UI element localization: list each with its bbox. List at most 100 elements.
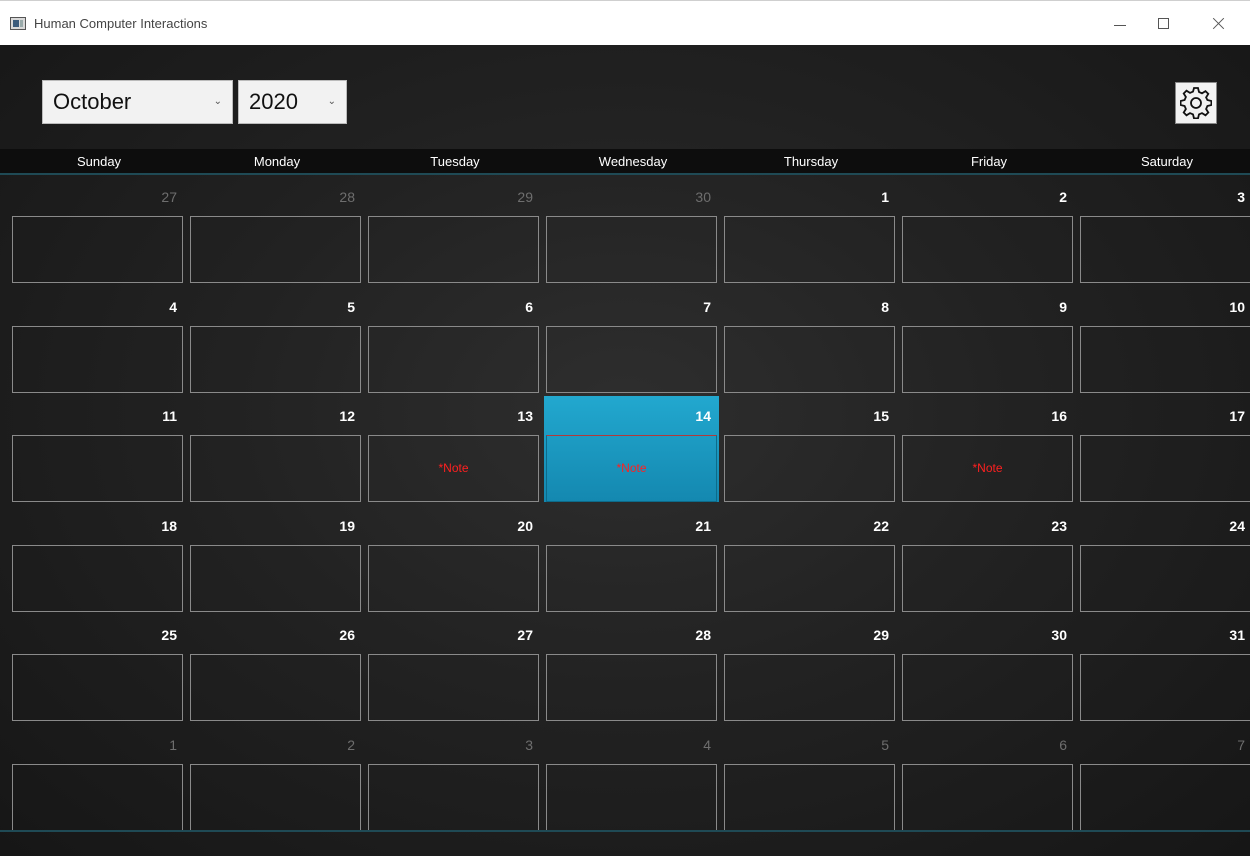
day-cell[interactable]: 29 — [366, 177, 541, 283]
day-cell[interactable]: 30 — [900, 615, 1075, 721]
day-cell[interactable]: 4 — [544, 725, 719, 831]
weekday-label-monday: Monday — [253, 154, 301, 169]
day-cell[interactable]: 7 — [544, 287, 719, 393]
note-box[interactable] — [190, 654, 361, 721]
day-cell[interactable]: 28 — [188, 177, 363, 283]
day-cell[interactable]: 5 — [722, 725, 897, 831]
note-box[interactable] — [368, 325, 539, 393]
day-cell[interactable]: 8 — [722, 287, 897, 393]
note-box[interactable] — [724, 216, 895, 283]
weekday-label-tuesday: Tuesday — [430, 154, 480, 169]
note-box[interactable] — [190, 216, 361, 283]
note-box[interactable] — [368, 544, 539, 612]
day-cell[interactable]: 18 — [10, 506, 185, 612]
day-cell[interactable]: 13 *Note — [366, 396, 541, 502]
day-cell[interactable]: 20 — [366, 506, 541, 612]
note-box[interactable] — [12, 544, 183, 612]
settings-button[interactable] — [1175, 82, 1217, 124]
note-box[interactable] — [12, 216, 183, 283]
day-number: 27 — [161, 189, 177, 205]
day-cell[interactable]: 6 — [900, 725, 1075, 831]
day-cell[interactable]: 27 — [366, 615, 541, 721]
note-box[interactable] — [1080, 763, 1250, 831]
note-box[interactable] — [902, 654, 1073, 721]
maximize-button[interactable] — [1144, 9, 1184, 39]
day-cell[interactable]: 17 — [1078, 396, 1250, 502]
note-box[interactable] — [368, 763, 539, 831]
day-cell[interactable]: 3 — [1078, 177, 1250, 283]
note-box[interactable] — [724, 325, 895, 393]
note-box[interactable] — [1080, 654, 1250, 721]
note-box[interactable] — [902, 544, 1073, 612]
day-cell[interactable]: 31 — [1078, 615, 1250, 721]
day-number: 19 — [339, 517, 355, 534]
day-cell[interactable]: 1 — [10, 725, 185, 831]
note-box[interactable] — [902, 216, 1073, 283]
day-cell[interactable]: 11 — [10, 396, 185, 502]
day-number: 2 — [1059, 189, 1067, 205]
day-cell[interactable]: 4 — [10, 287, 185, 393]
note-box[interactable]: *Note — [546, 435, 717, 502]
note-box[interactable] — [1080, 544, 1250, 612]
day-cell[interactable]: 16 *Note — [900, 396, 1075, 502]
note-box[interactable] — [1080, 325, 1250, 393]
day-cell[interactable]: 5 — [188, 287, 363, 393]
note-box[interactable] — [1080, 435, 1250, 502]
day-cell[interactable]: 1 — [722, 177, 897, 283]
day-cell[interactable]: 27 — [10, 177, 185, 283]
day-cell[interactable]: 19 — [188, 506, 363, 612]
day-cell[interactable]: 14 *Note — [544, 396, 719, 502]
note-box[interactable] — [190, 325, 361, 393]
day-cell[interactable]: 15 — [722, 396, 897, 502]
day-cell[interactable]: 23 — [900, 506, 1075, 612]
day-cell[interactable]: 9 — [900, 287, 1075, 393]
day-cell[interactable]: 25 — [10, 615, 185, 721]
day-cell[interactable]: 30 — [544, 177, 719, 283]
note-box[interactable] — [902, 763, 1073, 831]
month-select[interactable]: October ⌄ — [42, 80, 233, 124]
day-cell[interactable]: 21 — [544, 506, 719, 612]
note-box[interactable] — [368, 216, 539, 283]
note-box[interactable] — [12, 654, 183, 721]
note-box[interactable] — [724, 544, 895, 612]
day-cell[interactable]: 3 — [366, 725, 541, 831]
day-cell[interactable]: 2 — [188, 725, 363, 831]
note-box[interactable]: *Note — [902, 435, 1073, 502]
day-cell[interactable]: 22 — [722, 506, 897, 612]
year-select[interactable]: 2020 ⌄ — [238, 80, 347, 124]
note-box[interactable] — [724, 435, 895, 502]
note-box[interactable] — [546, 544, 717, 612]
close-button[interactable] — [1198, 9, 1238, 39]
note-box[interactable] — [1080, 216, 1250, 283]
day-cell[interactable]: 29 — [722, 615, 897, 721]
day-number: 24 — [1229, 517, 1245, 534]
day-cell[interactable]: 10 — [1078, 287, 1250, 393]
note-box[interactable] — [12, 435, 183, 502]
note-box[interactable] — [368, 654, 539, 721]
note-box[interactable] — [546, 325, 717, 393]
note-box[interactable] — [546, 763, 717, 831]
note-box[interactable] — [724, 654, 895, 721]
note-box[interactable] — [12, 325, 183, 393]
note-box[interactable] — [190, 763, 361, 831]
day-cell[interactable]: 6 — [366, 287, 541, 393]
day-cell[interactable]: 12 — [188, 396, 363, 502]
note-box[interactable] — [546, 654, 717, 721]
day-cell[interactable]: 24 — [1078, 506, 1250, 612]
note-box[interactable] — [546, 216, 717, 283]
note-box[interactable] — [12, 763, 183, 831]
day-cell[interactable]: 28 — [544, 615, 719, 721]
day-number: 28 — [695, 627, 711, 643]
day-cell[interactable]: 2 — [900, 177, 1075, 283]
month-select-value: October — [53, 89, 132, 114]
day-cell[interactable]: 26 — [188, 615, 363, 721]
note-box[interactable] — [190, 544, 361, 612]
day-number: 3 — [525, 736, 533, 753]
minimize-button[interactable] — [1100, 9, 1140, 39]
note-box[interactable]: *Note — [368, 435, 539, 502]
note-box[interactable] — [190, 435, 361, 502]
note-box[interactable] — [902, 325, 1073, 393]
day-number: 13 — [517, 408, 533, 424]
note-box[interactable] — [724, 763, 895, 831]
day-cell[interactable]: 7 — [1078, 725, 1250, 831]
